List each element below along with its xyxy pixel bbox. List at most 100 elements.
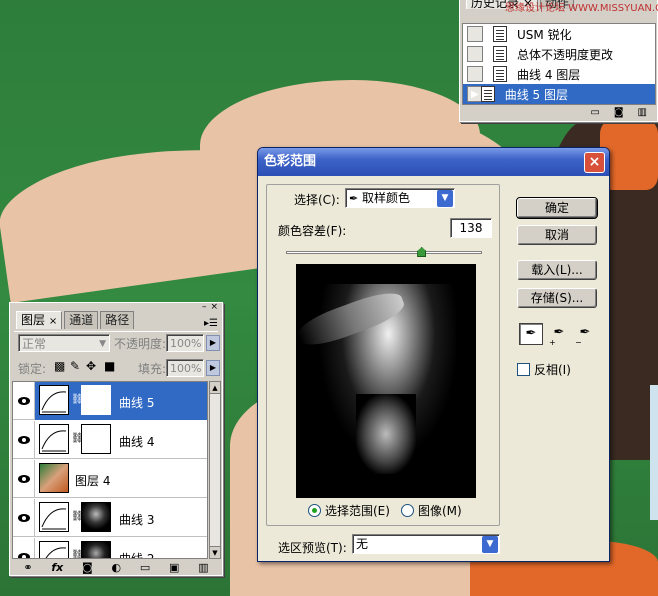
visibility-eye-icon[interactable] (13, 382, 35, 420)
layer-content: 图层 4 (35, 460, 207, 498)
radio-image-label[interactable]: 图像(M) (418, 502, 462, 519)
lock-transparency-icon[interactable]: ▩ (54, 359, 65, 373)
radio-selection-label[interactable]: 选择范围(E) (325, 502, 390, 519)
curves-adjustment-thumbnail (39, 384, 69, 415)
save-button[interactable]: 存储(S)... (517, 288, 597, 308)
eyedropper-plus-button[interactable]: ✒ + (547, 323, 571, 347)
fuzziness-slider-track[interactable] (286, 251, 482, 254)
invert-checkbox-group[interactable]: 反相(I) (517, 361, 571, 378)
lock-move-icon[interactable]: ✥ (86, 359, 96, 373)
history-item[interactable]: USM 锐化 (463, 24, 655, 44)
layer-row-curves3[interactable]: ⛓ 曲线 3 (13, 498, 207, 537)
eyedropper-small-icon: ✒ (349, 192, 359, 205)
curves-adjustment-thumbnail (39, 541, 69, 558)
lock-brush-icon[interactable]: ✎ (70, 359, 80, 373)
curves-adjustment-thumbnail (39, 423, 69, 454)
chevron-down-icon[interactable]: ▼ (99, 335, 106, 353)
radio-selection[interactable] (308, 504, 321, 517)
chevron-down-icon[interactable]: ▼ (437, 190, 453, 207)
history-snapshot-box[interactable] (467, 66, 483, 82)
layer-row-curves4[interactable]: ⛓ 曲线 4 (13, 420, 207, 459)
layer-row-curves2[interactable]: ⛓ 曲线 2 (13, 538, 207, 558)
layer-content: ⛓ 曲线 5 (35, 382, 207, 420)
history-snapshot-box[interactable] (467, 46, 483, 62)
history-list: USM 锐化 总体不透明度更改 曲线 4 图层 ▶ 曲线 5 图层 (462, 23, 656, 105)
lock-all-icon[interactable]: ■ (104, 359, 115, 373)
trash-icon[interactable]: ▥ (198, 561, 208, 575)
visibility-eye-icon[interactable] (13, 538, 35, 558)
opacity-label: 不透明度: (114, 337, 167, 351)
fx-icon[interactable]: fx (51, 561, 63, 575)
invert-label[interactable]: 反相(I) (534, 361, 571, 378)
history-item[interactable]: 曲线 4 图层 (463, 64, 655, 84)
trash-icon[interactable]: ▥ (638, 107, 647, 121)
opacity-arrow-icon[interactable]: ▶ (206, 335, 220, 351)
layer-content: ⛓ 曲线 2 (35, 538, 207, 558)
layer-name[interactable]: 曲线 2 (119, 550, 154, 558)
history-state-icon (493, 46, 507, 62)
new-layer-icon[interactable]: ▣ (169, 561, 179, 575)
radio-selection-group[interactable]: 选择范围(E) (308, 502, 390, 519)
mask-icon[interactable]: ◙ (82, 561, 93, 575)
tab-channels[interactable]: 通道 (64, 311, 99, 329)
fill-input[interactable]: 100% (166, 359, 204, 377)
eyedropper-minus-button[interactable]: ✒ − (573, 323, 597, 347)
radio-image-group[interactable]: 图像(M) (401, 502, 462, 519)
cancel-button[interactable]: 取消 (517, 225, 597, 245)
radio-image[interactable] (401, 504, 414, 517)
folder-icon[interactable]: ▭ (140, 561, 150, 575)
layer-name[interactable]: 图层 4 (75, 472, 110, 489)
close-button[interactable]: × (584, 152, 605, 173)
layer-list: ⛓ 曲线 5 ⛓ 曲线 4 图层 4 ⛓ 曲线 3 ⛓ 曲线 2 (12, 381, 208, 559)
link-icon[interactable]: ⚭ (23, 561, 32, 575)
history-item[interactable]: 总体不透明度更改 (463, 44, 655, 64)
visibility-eye-icon[interactable] (13, 459, 35, 498)
scroll-down-arrow[interactable]: ▼ (210, 546, 220, 558)
color-range-dialog: 色彩范围 × 选择(C): ✒ 取样颜色 ▼ 颜色容差(F): 138 选择范围… (257, 147, 610, 562)
history-state-icon (493, 66, 507, 82)
close-icon[interactable]: × (589, 154, 601, 170)
layer-mask-thumbnail[interactable] (81, 541, 111, 558)
history-item-label: 曲线 5 图层 (504, 87, 568, 102)
layer-scrollbar[interactable]: ▲ ▼ (209, 381, 221, 559)
watermark: 思缘设计论坛 WWW.MISSYUAN.COM (505, 3, 658, 14)
load-button[interactable]: 载入(L)... (517, 260, 597, 280)
fuzziness-input[interactable]: 138 (450, 218, 492, 238)
layer-name[interactable]: 曲线 5 (119, 394, 154, 411)
ok-button[interactable]: 确定 (516, 197, 598, 219)
eyedropper-button[interactable]: ✒ (519, 323, 543, 345)
layer-name[interactable]: 曲线 3 (119, 511, 154, 528)
history-item-selected[interactable]: ▶ 曲线 5 图层 (463, 84, 655, 104)
layer-row-layer4[interactable]: 图层 4 (13, 459, 207, 498)
layer-row-curves5[interactable]: ⛓ 曲线 5 (13, 382, 207, 420)
minimize-icon[interactable]: – (202, 303, 207, 312)
snapshot-icon[interactable]: ◙ (614, 107, 624, 121)
history-snapshot-box[interactable] (467, 26, 483, 42)
close-icon[interactable]: × (210, 303, 218, 312)
layer-content: ⛓ 曲线 3 (35, 499, 207, 537)
tab-layers[interactable]: 图层 × (16, 311, 63, 329)
layers-panel: – × 图层 × 通道 路径 ▸☰ 正常 ▼ 不透明度: 100% ▶ 锁定: … (9, 302, 223, 576)
tab-paths[interactable]: 路径 (100, 311, 135, 329)
chevron-down-icon[interactable]: ▼ (482, 536, 498, 553)
eyedropper-icon: ✒ (525, 326, 537, 341)
opacity-input[interactable]: 100% (166, 334, 204, 352)
fill-arrow-icon[interactable]: ▶ (206, 360, 220, 376)
panel-menu-icon[interactable]: ▸☰ (204, 318, 218, 329)
select-label: 选择(C): (294, 193, 340, 207)
select-dropdown[interactable]: ✒ 取样颜色 ▼ (345, 188, 455, 208)
preview-mode-dropdown[interactable]: 无 ▼ (352, 534, 500, 554)
layer-mask-thumbnail[interactable] (81, 501, 111, 532)
layer-mask-thumbnail[interactable] (81, 423, 111, 454)
close-icon[interactable]: × (49, 316, 57, 327)
dialog-title-bar[interactable]: 色彩范围 × (258, 148, 609, 176)
blend-mode-select[interactable]: 正常 ▼ (18, 334, 110, 352)
invert-checkbox[interactable] (517, 363, 530, 376)
layer-name[interactable]: 曲线 4 (119, 433, 154, 450)
scroll-up-arrow[interactable]: ▲ (210, 382, 220, 394)
new-document-icon[interactable]: ▭ (590, 107, 599, 121)
layer-mask-thumbnail[interactable] (81, 384, 111, 415)
visibility-eye-icon[interactable] (13, 498, 35, 537)
adjustment-icon[interactable]: ◐ (111, 561, 121, 575)
visibility-eye-icon[interactable] (13, 420, 35, 459)
